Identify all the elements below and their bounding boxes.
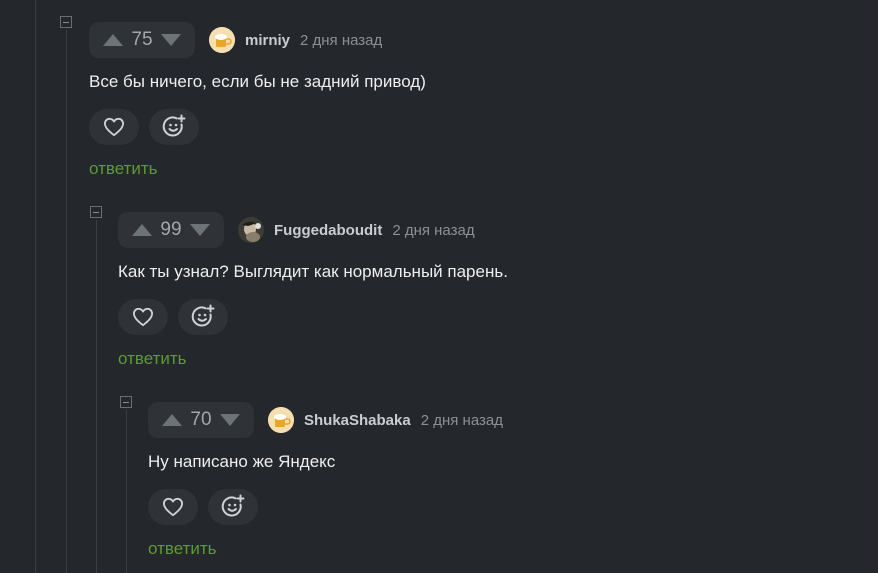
user-photo-avatar-icon (238, 217, 264, 243)
comment-time: 2 дня назад (300, 31, 383, 49)
vote-widget: 99 (118, 212, 224, 248)
comment-actions (118, 299, 508, 335)
collapse-minus-icon[interactable] (60, 16, 72, 28)
thread-line (35, 0, 36, 573)
vote-widget: 70 (148, 402, 254, 438)
comment-text: Как ты узнал? Выглядит как нормальный па… (118, 262, 508, 281)
avatar[interactable] (209, 27, 235, 53)
comment-actions (89, 109, 426, 145)
upvote-arrow-icon[interactable] (160, 412, 184, 428)
comment-thread: 75 mirniy 2 дня назад Все бы ничего, есл… (0, 0, 878, 573)
vote-score: 75 (131, 29, 153, 50)
comment-header: 99 Fuggedaboudit 2 дня назад (118, 212, 508, 248)
heart-icon (163, 497, 183, 517)
downvote-arrow-icon[interactable] (218, 412, 242, 428)
comment-header: 75 mirniy 2 дня назад (89, 22, 426, 58)
add-reaction-button[interactable] (208, 489, 258, 525)
beer-mug-avatar-icon (209, 27, 235, 53)
thread-line (66, 30, 67, 573)
comment-time: 2 дня назад (392, 221, 475, 239)
comment-author[interactable]: mirniy (245, 32, 290, 49)
heart-icon (104, 117, 124, 137)
downvote-arrow-icon[interactable] (188, 222, 212, 238)
downvote-arrow-icon[interactable] (159, 32, 183, 48)
reply-button[interactable]: ответить (148, 539, 503, 559)
comment-text: Ну написано же Яндекс (148, 452, 336, 471)
comment-time: 2 дня назад (420, 411, 503, 429)
smiley-plus-icon (162, 114, 186, 137)
add-reaction-button[interactable] (178, 299, 228, 335)
smiley-plus-icon (221, 494, 245, 517)
avatar[interactable] (238, 217, 264, 243)
collapse-minus-icon[interactable] (120, 396, 132, 408)
comment: 75 mirniy 2 дня назад Все бы ничего, есл… (89, 22, 426, 179)
comment: 70 ShukaShabaka 2 дня назад Ну написано … (148, 402, 503, 559)
vote-score: 99 (160, 219, 182, 240)
comment-text: Все бы ничего, если бы не задний привод) (89, 72, 426, 91)
comment-author[interactable]: ShukaShabaka (304, 412, 411, 429)
heart-icon (133, 307, 153, 327)
thread-line (126, 410, 127, 573)
like-button[interactable] (148, 489, 198, 525)
reply-button[interactable]: ответить (118, 349, 508, 369)
like-button[interactable] (118, 299, 168, 335)
beer-mug-avatar-icon (268, 407, 294, 433)
avatar[interactable] (268, 407, 294, 433)
collapse-minus-icon[interactable] (90, 206, 102, 218)
comment-actions (148, 489, 503, 525)
comment-header: 70 ShukaShabaka 2 дня назад (148, 402, 503, 438)
smiley-plus-icon (191, 304, 215, 327)
thread-line (96, 220, 97, 573)
like-button[interactable] (89, 109, 139, 145)
vote-score: 70 (190, 409, 212, 430)
add-reaction-button[interactable] (149, 109, 199, 145)
upvote-arrow-icon[interactable] (101, 32, 125, 48)
vote-widget: 75 (89, 22, 195, 58)
upvote-arrow-icon[interactable] (130, 222, 154, 238)
reply-button[interactable]: ответить (89, 159, 426, 179)
comment: 99 Fuggedaboudit 2 дня назад Как ты узна… (118, 212, 508, 369)
comment-author[interactable]: Fuggedaboudit (274, 222, 382, 239)
